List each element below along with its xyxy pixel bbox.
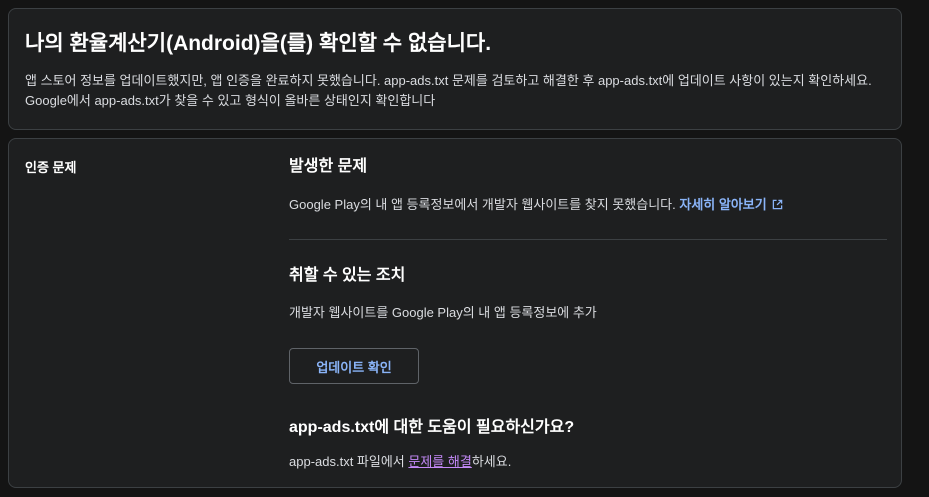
learn-more-label: 자세히 알아보기 [679,197,767,212]
help-text-row: app-ads.txt 파일에서 문제를 해결하세요. [289,453,511,471]
occurred-issue-text-row: Google Play의 내 앱 등록정보에서 개발자 웹사이트를 찾지 못했습… [289,196,783,214]
section-divider [289,239,887,240]
help-title: app-ads.txt에 대한 도움이 필요하신가요? [289,419,575,436]
fix-issue-link[interactable]: 문제를 해결 [408,454,471,469]
error-banner-card: 나의 환율계산기(Android)을(를) 확인할 수 없습니다. 앱 스토어 … [8,8,902,130]
error-description: 앱 스토어 정보를 업데이트했지만, 앱 인증을 완료하지 못했습니다. app… [25,73,872,108]
action-text: 개발자 웹사이트를 Google Play의 내 앱 등록정보에 추가 [289,305,597,320]
page-title: 나의 환율계산기(Android)을(를) 확인할 수 없습니다. [25,32,492,55]
external-link-icon [772,199,783,210]
verification-issue-card: 인증 문제 발생한 문제 Google Play의 내 앱 등록정보에서 개발자… [8,138,902,488]
help-prefix: app-ads.txt 파일에서 [289,454,409,469]
occurred-issue-title: 발생한 문제 [289,158,368,175]
help-suffix: 하세요. [471,454,512,469]
check-update-button[interactable]: 업데이트 확인 [289,348,419,384]
action-title: 취할 수 있는 조치 [289,267,406,284]
issue-category-label: 인증 문제 [25,160,77,175]
occurred-issue-text: Google Play의 내 앱 등록정보에서 개발자 웹사이트를 찾지 못했습… [289,197,676,212]
learn-more-link[interactable]: 자세히 알아보기 [679,197,783,212]
